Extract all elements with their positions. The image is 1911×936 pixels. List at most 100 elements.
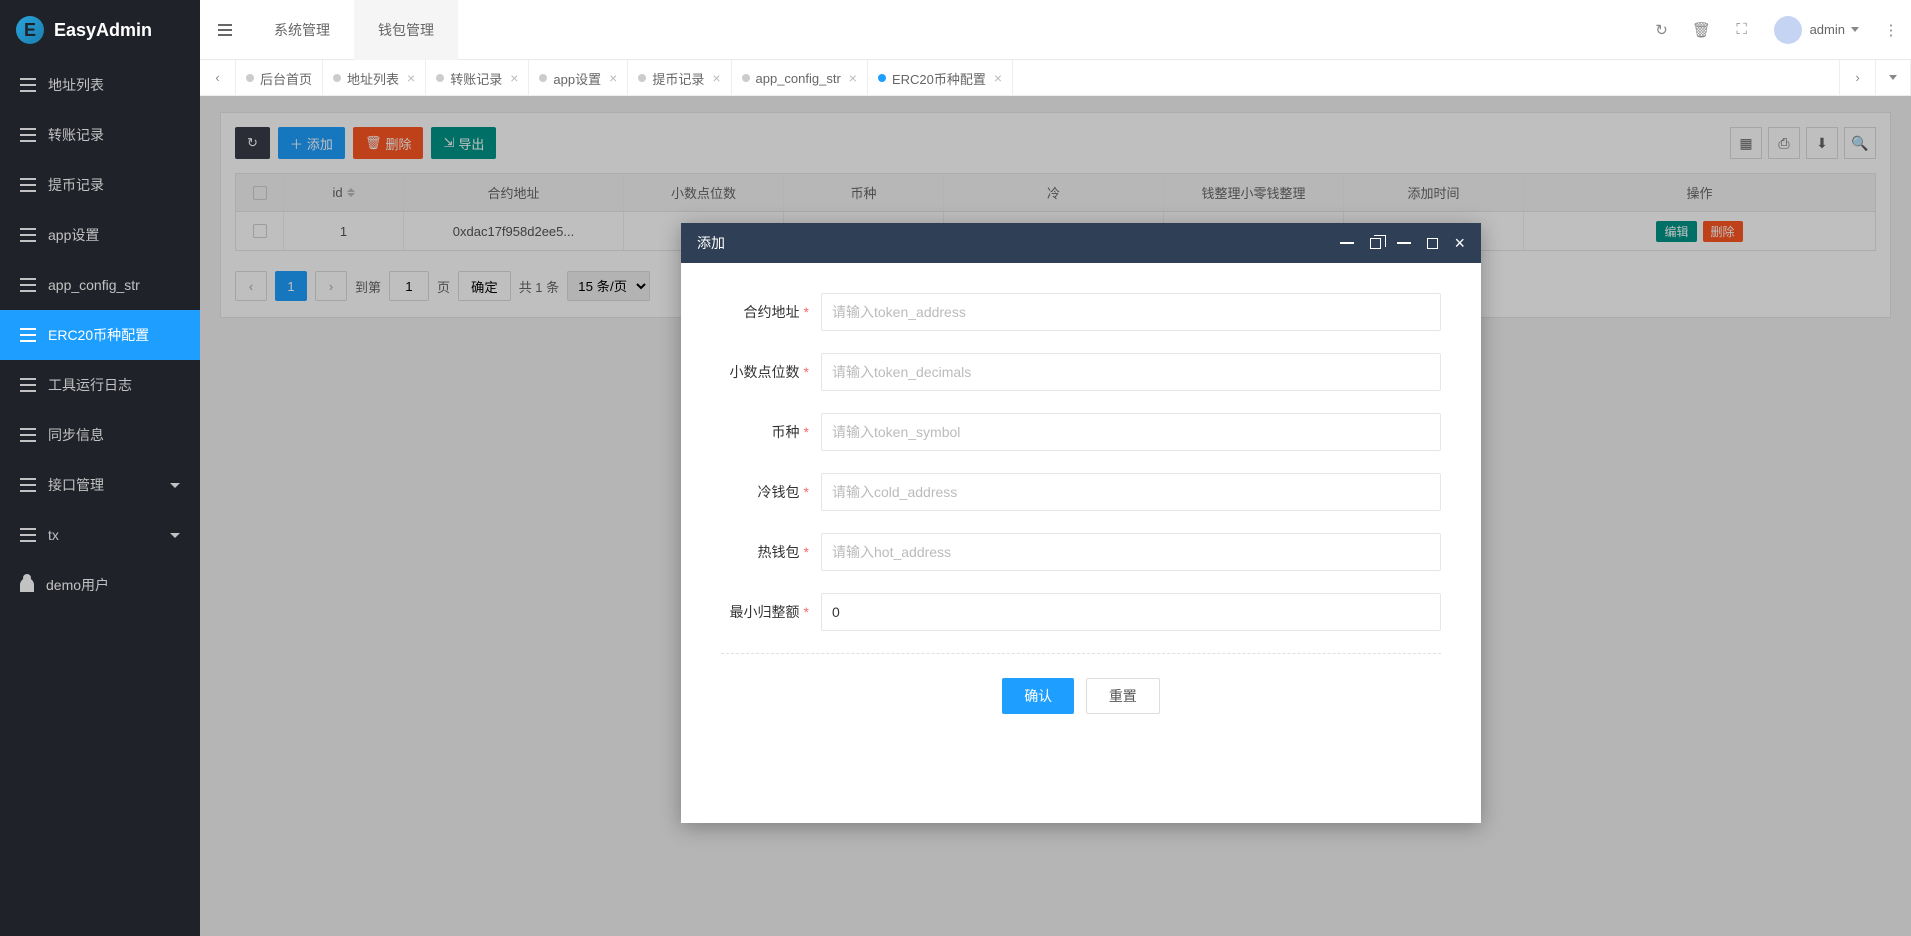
token-decimals-input[interactable]: [821, 353, 1441, 391]
field-label: 合约地址: [744, 304, 800, 320]
sidebar-item-erc20-config[interactable]: ERC20币种配置: [0, 310, 200, 360]
chevron-down-icon: [1851, 27, 1859, 32]
reset-button[interactable]: 重置: [1086, 678, 1160, 714]
tab-label: 后台首页: [260, 69, 312, 88]
refresh-button[interactable]: ↻: [1642, 0, 1682, 60]
tab-address-list[interactable]: 地址列表×: [323, 60, 426, 95]
tab-label: app设置: [553, 69, 601, 88]
list-icon: [20, 328, 36, 342]
sidebar-item-address-list[interactable]: 地址列表: [0, 60, 200, 110]
minimize-button[interactable]: [1340, 242, 1354, 244]
sidebar-label: 地址列表: [48, 75, 104, 95]
nav-system-management[interactable]: 系统管理: [250, 0, 354, 60]
field-label: 小数点位数: [730, 364, 800, 380]
dot-icon: [246, 74, 254, 82]
list-icon: [20, 478, 36, 492]
modal-title-text: 添加: [697, 233, 725, 253]
tabs-scroll-left[interactable]: ‹: [200, 60, 236, 96]
modal-body: 合约地址* 小数点位数* 币种* 冷钱包* 热钱包* 最小归整额* 确认 重置: [681, 263, 1481, 823]
fullscreen-button[interactable]: ⛶: [1722, 0, 1762, 60]
restore-icon: [1370, 238, 1381, 249]
minimize-icon: [1397, 242, 1411, 244]
field-label: 币种: [772, 424, 800, 440]
tab-label: ERC20币种配置: [892, 69, 986, 88]
dot-icon: [436, 74, 444, 82]
sidebar-label: app_config_str: [48, 277, 140, 293]
field-label: 冷钱包: [758, 484, 800, 500]
cold-address-input[interactable]: [821, 473, 1441, 511]
tab-withdraw-records[interactable]: 提币记录 ×: [628, 60, 731, 95]
header: 系统管理 钱包管理 ↻ 🗑 ⛶ admin ⋮: [200, 0, 1911, 60]
collapse-sidebar-button[interactable]: [200, 0, 250, 60]
close-icon[interactable]: ×: [849, 70, 857, 86]
sidebar-item-withdraw-records[interactable]: 提币记录: [0, 160, 200, 210]
min-consolidation-input[interactable]: [821, 593, 1441, 631]
dot-icon: [878, 74, 886, 82]
nav-wallet-management[interactable]: 钱包管理: [354, 0, 458, 60]
sidebar-item-api-management[interactable]: 接口管理: [0, 460, 200, 510]
list-icon: [20, 128, 36, 142]
token-address-input[interactable]: [821, 293, 1441, 331]
tab-app-config-str[interactable]: app_config_str ×: [732, 60, 868, 95]
tab-transfer-records[interactable]: 转账记录 ×: [426, 60, 529, 95]
trash-button[interactable]: 🗑: [1682, 0, 1722, 60]
dot-icon: [333, 74, 341, 82]
sidebar-menu: 地址列表 转账记录 提币记录 app设置 app_config_str ERC2…: [0, 60, 200, 610]
close-icon[interactable]: ×: [609, 70, 617, 86]
tab-label: 转账记录: [450, 69, 502, 88]
sidebar-item-sync-info[interactable]: 同步信息: [0, 410, 200, 460]
chevron-down-icon: [1889, 75, 1897, 80]
logo[interactable]: E EasyAdmin: [0, 0, 200, 60]
close-icon[interactable]: ×: [407, 70, 415, 86]
more-button[interactable]: ⋮: [1871, 0, 1911, 60]
tab-app-settings[interactable]: app设置 ×: [529, 60, 628, 95]
dot-icon: [638, 74, 646, 82]
list-icon: [20, 78, 36, 92]
tabs-scroll-right[interactable]: ›: [1839, 60, 1875, 96]
sidebar-item-demo-user[interactable]: demo用户: [0, 560, 200, 610]
close-icon[interactable]: ×: [994, 70, 1002, 86]
modal-titlebar[interactable]: 添加 ×: [681, 223, 1481, 263]
sidebar: E EasyAdmin 地址列表 转账记录 提币记录 app设置 app_con…: [0, 0, 200, 936]
sidebar-item-tx[interactable]: tx: [0, 510, 200, 560]
maximize-icon: [1427, 238, 1438, 249]
nav-label: 系统管理: [274, 20, 330, 40]
restore-button[interactable]: [1370, 238, 1381, 249]
tab-label: 提币记录: [652, 69, 704, 88]
close-button[interactable]: ×: [1454, 233, 1465, 254]
avatar: [1774, 16, 1802, 44]
token-symbol-input[interactable]: [821, 413, 1441, 451]
field-label: 热钱包: [758, 544, 800, 560]
hot-address-input[interactable]: [821, 533, 1441, 571]
field-label: 最小归整额: [730, 604, 800, 620]
page-tabs: ‹ 后台首页 地址列表× 转账记录 × app设置 × 提币记录 × app_conf…: [200, 60, 1911, 96]
list-icon: [20, 378, 36, 392]
sidebar-item-app-config-str[interactable]: app_config_str: [0, 260, 200, 310]
confirm-button[interactable]: 确认: [1002, 678, 1074, 714]
list-icon: [20, 178, 36, 192]
sidebar-label: demo用户: [46, 575, 109, 595]
tabs-menu[interactable]: [1875, 60, 1911, 96]
user-menu[interactable]: admin: [1762, 16, 1871, 44]
sidebar-item-transfer-records[interactable]: 转账记录: [0, 110, 200, 160]
dot-icon: [539, 74, 547, 82]
tab-label: app_config_str: [756, 71, 841, 86]
nav-label: 钱包管理: [378, 20, 434, 40]
minimize2-button[interactable]: [1397, 242, 1411, 244]
chevron-down-icon: [170, 483, 180, 488]
list-icon: [20, 528, 36, 542]
chevron-down-icon: [170, 533, 180, 538]
username: admin: [1810, 22, 1845, 37]
minimize-icon: [1340, 242, 1354, 244]
tab-erc20-config[interactable]: ERC20币种配置 ×: [868, 60, 1013, 95]
tab-home[interactable]: 后台首页: [236, 60, 323, 95]
add-modal: 添加 × 合约地址* 小数点位数* 币种* 冷钱包* 热钱包* 最小归整额* 确…: [681, 223, 1481, 823]
sidebar-label: 工具运行日志: [48, 375, 132, 395]
sidebar-item-app-settings[interactable]: app设置: [0, 210, 200, 260]
sidebar-label: tx: [48, 527, 59, 543]
sidebar-label: 接口管理: [48, 475, 104, 495]
maximize-button[interactable]: [1427, 238, 1438, 249]
close-icon[interactable]: ×: [712, 70, 720, 86]
close-icon[interactable]: ×: [510, 70, 518, 86]
sidebar-item-tool-logs[interactable]: 工具运行日志: [0, 360, 200, 410]
